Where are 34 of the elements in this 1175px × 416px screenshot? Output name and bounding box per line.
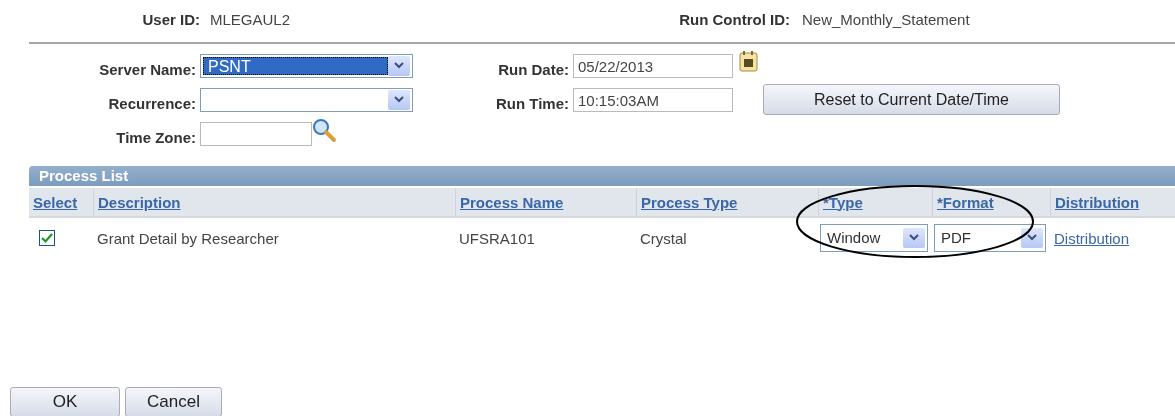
run-date-field[interactable]: 05/22/2013 <box>573 54 733 78</box>
server-name-dropdown[interactable]: PSNT <box>200 54 413 78</box>
field-label: Run Time: <box>494 95 570 112</box>
checkbox[interactable] <box>39 230 55 246</box>
column-header-link[interactable]: Description <box>98 193 181 211</box>
run-time-field[interactable]: 10:15:03AM <box>573 88 733 112</box>
column-header-link[interactable]: Distribution <box>1055 193 1140 211</box>
format-dropdown[interactable]: PDF <box>934 224 1046 252</box>
search-icon[interactable] <box>312 118 338 144</box>
table-cell: Crystal <box>640 229 687 247</box>
calendar-icon[interactable] <box>739 50 759 72</box>
column-header-link[interactable]: Select <box>33 193 78 211</box>
column-header-link[interactable]: Process Name <box>460 193 564 211</box>
field-label: User ID: <box>141 10 200 28</box>
cancel-button[interactable]: Cancel <box>125 387 222 416</box>
type-dropdown[interactable]: Window <box>820 224 928 252</box>
field-value: MLEGAUL2 <box>209 10 292 28</box>
field-label: Run Date: <box>497 61 570 78</box>
table-cell: Grant Detail by Researcher <box>97 229 279 247</box>
field-label: Recurrence: <box>107 95 197 112</box>
column-header-link[interactable]: *Format <box>937 193 994 211</box>
time-zone-field[interactable] <box>200 122 312 146</box>
field-value: New_Monthly_Statement <box>801 10 970 28</box>
field-label: Time Zone: <box>115 129 197 146</box>
distribution-link[interactable]: Distribution <box>1054 229 1130 247</box>
column-header-link[interactable]: *Type <box>823 193 863 211</box>
field-label: Server Name: <box>98 61 197 78</box>
recurrence-dropdown[interactable] <box>200 88 413 112</box>
column-header-link[interactable]: Process Type <box>641 193 738 211</box>
section-header: Process List <box>29 166 1175 186</box>
ok-button[interactable]: OK <box>10 387 120 416</box>
table-cell: UFSRA101 <box>459 229 535 247</box>
field-label: Run Control ID: <box>678 10 790 28</box>
reset-button[interactable]: Reset to Current Date/Time <box>763 84 1060 115</box>
